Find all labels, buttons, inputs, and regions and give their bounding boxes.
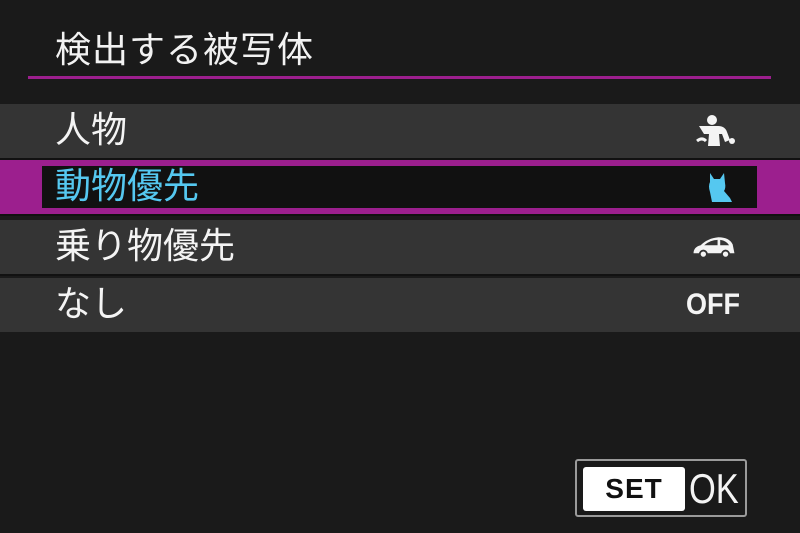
option-label: 乗り物優先	[55, 226, 236, 267]
title-divider	[28, 76, 771, 79]
option-person[interactable]: 人物	[0, 104, 800, 158]
vehicle-icon	[690, 230, 738, 264]
option-vehicle[interactable]: 乗り物優先	[0, 220, 800, 274]
ok-label: OK	[689, 465, 739, 512]
off-text: OFF	[686, 288, 740, 321]
option-none[interactable]: なし OFF	[0, 278, 800, 332]
set-ok-button[interactable]: SET OK	[575, 459, 747, 517]
row-divider	[0, 274, 800, 276]
person-icon	[690, 114, 738, 148]
option-label: 人物	[55, 110, 128, 151]
page-title: 検出する被写体	[55, 30, 315, 71]
animal-icon	[690, 170, 738, 204]
set-key-label: SET	[583, 467, 685, 511]
option-animal[interactable]: 動物優先	[0, 160, 800, 214]
option-label: なし	[55, 284, 128, 325]
row-divider	[0, 214, 800, 216]
option-label: 動物優先	[55, 166, 200, 207]
off-indicator: OFF	[686, 288, 740, 322]
